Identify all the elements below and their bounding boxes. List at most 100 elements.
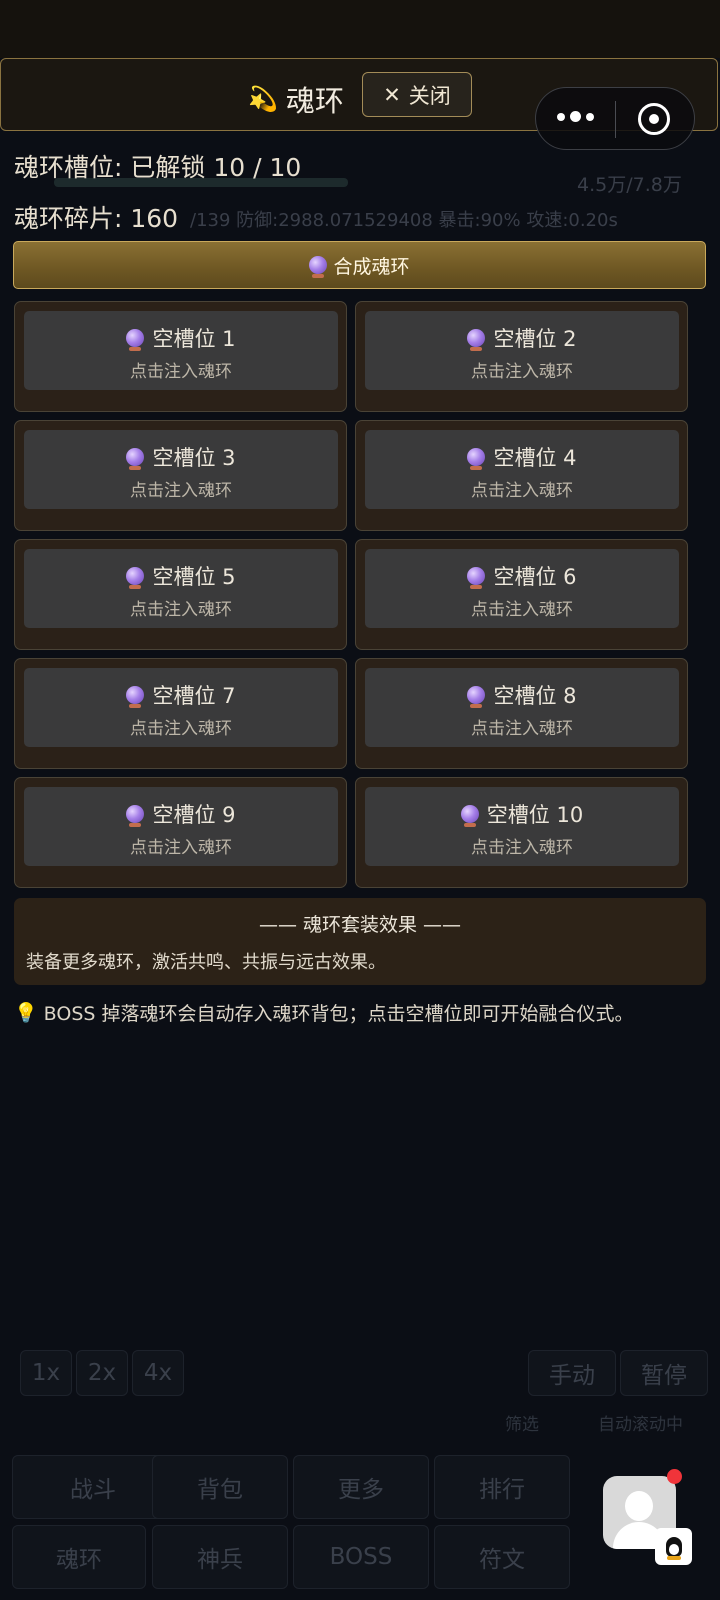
slot-button[interactable]: 空槽位 6 点击注入魂环 (365, 549, 679, 628)
bg-nav-weapon: 神兵 (152, 1525, 288, 1589)
qq-penguin-icon (655, 1528, 692, 1565)
slot-hint: 点击注入魂环 (130, 481, 232, 501)
bg-speed-4x: 4x (132, 1350, 184, 1396)
slot-card-4[interactable]: 空槽位 4 点击注入魂环 (355, 420, 688, 531)
crystal-ball-icon (460, 805, 479, 827)
slot-title-text: 空槽位 6 (493, 565, 577, 589)
slot-button[interactable]: 空槽位 4 点击注入魂环 (365, 430, 679, 509)
set-effect-panel: —— 魂环套装效果 —— 装备更多魂环，激活共鸣、共振与远古效果。 (14, 898, 706, 985)
slot-hint: 点击注入魂环 (130, 600, 232, 620)
slot-title-text: 空槽位 9 (152, 803, 236, 827)
slot-title-text: 空槽位 4 (493, 446, 577, 470)
slot-title: 空槽位 6 (365, 561, 679, 591)
crystal-ball-icon (126, 329, 145, 351)
slot-card-3[interactable]: 空槽位 3 点击注入魂环 (14, 420, 347, 531)
modal-title-text: 魂环 (285, 84, 344, 118)
slot-title-text: 空槽位 1 (152, 327, 236, 351)
lightbulb-icon: 💡 (14, 1002, 38, 1024)
notification-dot (667, 1469, 682, 1484)
slot-card-9[interactable]: 空槽位 9 点击注入魂环 (14, 777, 347, 888)
bg-nav-rank: 排行 (434, 1455, 570, 1519)
slot-button[interactable]: 空槽位 2 点击注入魂环 (365, 311, 679, 390)
slot-card-10[interactable]: 空槽位 10 点击注入魂环 (355, 777, 688, 888)
bg-speed-2x: 2x (76, 1350, 128, 1396)
slot-title-text: 空槽位 7 (152, 684, 236, 708)
bg-stats-text: /139 防御:2988.071529408 暴击:90% 攻速:0.20s (190, 210, 618, 231)
crystal-ball-icon (126, 686, 145, 708)
crystal-ball-icon (467, 329, 486, 351)
slot-hint: 点击注入魂环 (471, 838, 573, 858)
slot-title: 空槽位 3 (24, 442, 338, 472)
capsule-divider (615, 101, 616, 138)
more-menu-icon[interactable] (557, 111, 594, 122)
slot-hint: 点击注入魂环 (471, 719, 573, 739)
crystal-ball-icon (467, 686, 486, 708)
slot-button[interactable]: 空槽位 10 点击注入魂环 (365, 787, 679, 866)
slot-title: 空槽位 2 (365, 323, 679, 353)
slot-title: 空槽位 4 (365, 442, 679, 472)
shooting-star-icon: 💫 (248, 85, 278, 113)
slot-hint: 点击注入魂环 (471, 600, 573, 620)
bg-filter-label: 筛选 (505, 1415, 539, 1435)
crystal-ball-icon (467, 567, 486, 589)
set-effect-title: —— 魂环套装效果 —— (258, 914, 462, 936)
bg-manual-button: 手动 (528, 1350, 616, 1396)
slot-hint: 点击注入魂环 (471, 362, 573, 382)
slot-button[interactable]: 空槽位 1 点击注入魂环 (24, 311, 338, 390)
crystal-ball-icon (309, 256, 328, 278)
bg-speed-1x: 1x (20, 1350, 72, 1396)
slot-title-text: 空槽位 5 (152, 565, 236, 589)
slot-title-text: 空槽位 2 (493, 327, 577, 351)
slot-title: 空槽位 9 (24, 799, 338, 829)
close-button[interactable]: ✕ 关闭 (362, 72, 472, 117)
bg-nav-bag: 背包 (152, 1455, 288, 1519)
slot-title-text: 空槽位 3 (152, 446, 236, 470)
slot-title-text: 空槽位 10 (486, 803, 584, 827)
slot-title-text: 空槽位 8 (493, 684, 577, 708)
modal-title: 💫 魂环 (248, 78, 344, 120)
tip-text-row: 💡 BOSS 掉落魂环会自动存入魂环背包；点击空槽位即可开始融合仪式。 (14, 999, 634, 1026)
slot-title: 空槽位 1 (24, 323, 338, 353)
avatar-head (625, 1491, 653, 1521)
slot-button[interactable]: 空槽位 5 点击注入魂环 (24, 549, 338, 628)
crystal-ball-icon (126, 805, 145, 827)
slot-card-8[interactable]: 空槽位 8 点击注入魂环 (355, 658, 688, 769)
fragments-text: 魂环碎片: 160 (14, 204, 179, 233)
close-label: 关闭 (408, 83, 451, 108)
slot-title: 空槽位 7 (24, 680, 338, 710)
bg-nav-battle: 战斗 (12, 1455, 174, 1519)
slot-hint: 点击注入魂环 (130, 719, 232, 739)
slot-card-6[interactable]: 空槽位 6 点击注入魂环 (355, 539, 688, 650)
bg-hp-text: 4.5万/7.8万 (577, 174, 682, 196)
slot-card-7[interactable]: 空槽位 7 点击注入魂环 (14, 658, 347, 769)
bg-autoscroll-label: 自动滚动中 (598, 1415, 683, 1435)
slot-hint: 点击注入魂环 (130, 362, 232, 382)
bg-nav-more: 更多 (293, 1455, 429, 1519)
slot-button[interactable]: 空槽位 8 点击注入魂环 (365, 668, 679, 747)
slot-button[interactable]: 空槽位 3 点击注入魂环 (24, 430, 338, 509)
synthesize-ring-button[interactable]: 合成魂环 (13, 241, 706, 289)
slot-button[interactable]: 空槽位 7 点击注入魂环 (24, 668, 338, 747)
bg-nav-soulring: 魂环 (12, 1525, 146, 1589)
crystal-ball-icon (126, 567, 145, 589)
miniprogram-capsule (535, 87, 695, 150)
slot-button[interactable]: 空槽位 9 点击注入魂环 (24, 787, 338, 866)
crystal-ball-icon (467, 448, 486, 470)
slot-card-2[interactable]: 空槽位 2 点击注入魂环 (355, 301, 688, 412)
slots-unlocked-text: 魂环槽位: 已解锁 10 / 10 (14, 153, 302, 182)
slot-title: 空槽位 10 (365, 799, 679, 829)
tip-text: BOSS 掉落魂环会自动存入魂环背包；点击空槽位即可开始融合仪式。 (43, 1003, 634, 1025)
slot-card-1[interactable]: 空槽位 1 点击注入魂环 (14, 301, 347, 412)
close-icon: ✕ (383, 82, 401, 107)
set-effect-description: 装备更多魂环，激活共鸣、共振与远古效果。 (26, 952, 386, 973)
slot-card-5[interactable]: 空槽位 5 点击注入魂环 (14, 539, 347, 650)
bg-nav-boss: BOSS (293, 1525, 429, 1589)
synthesize-label: 合成魂环 (333, 255, 410, 278)
slot-hint: 点击注入魂环 (130, 838, 232, 858)
slot-hint: 点击注入魂环 (471, 481, 573, 501)
status-bar (0, 0, 720, 58)
exit-target-icon[interactable] (638, 103, 670, 135)
bg-nav-rune: 符文 (434, 1525, 570, 1589)
bg-pause-button: 暂停 (620, 1350, 708, 1396)
crystal-ball-icon (126, 448, 145, 470)
